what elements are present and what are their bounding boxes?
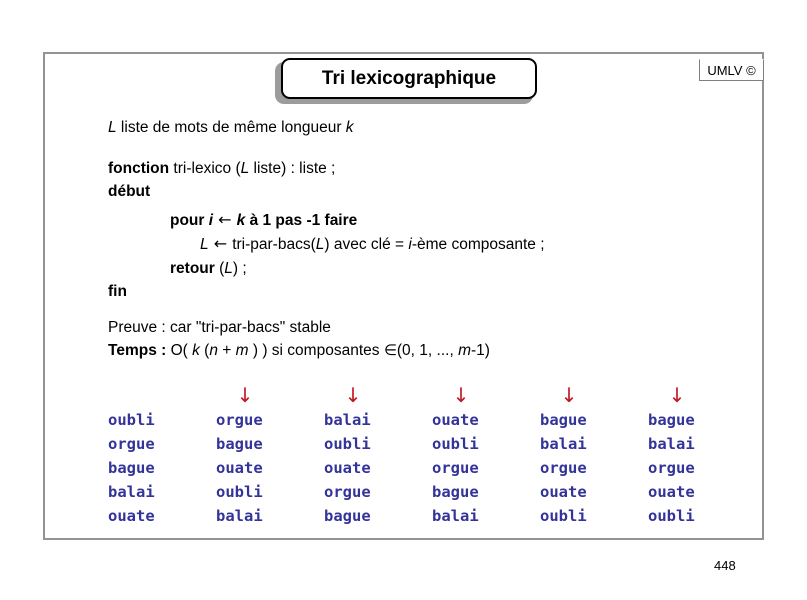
word-cell: balai [324, 411, 371, 429]
word-cell: orgue [432, 459, 479, 477]
down-arrow-icon: ↓ [452, 383, 470, 407]
algorithm-line-debut: début [108, 183, 151, 200]
pass-column-6: ↓ bague balai orgue ouate oubli [648, 384, 748, 528]
temps-var-k: k [192, 342, 200, 359]
temps-set-close: -1) [470, 342, 490, 359]
algorithm-line-fonction: fonction tri-lexico (L liste) : liste ; [108, 161, 335, 177]
word-cell: orgue [648, 459, 695, 477]
word-cell: ouate [540, 483, 587, 501]
word-cell: oubli [432, 435, 479, 453]
word-cell: ouate [324, 459, 371, 477]
page-title: Tri lexicographique [321, 67, 497, 89]
word-cell: oubli [324, 435, 371, 453]
algorithm-line-assignment: L ← tri-par-bacs(L) avec clé = i-ème com… [200, 236, 545, 253]
branding-box: UMLV © [699, 59, 764, 81]
word-cell: bague [216, 435, 263, 453]
word-cell: orgue [216, 411, 263, 429]
pass-column-3: ↓ balai oubli ouate orgue bague [324, 384, 424, 528]
definition-length-var: k [345, 119, 354, 136]
word-cell: balai [432, 507, 479, 525]
loop-bound-k: k [236, 212, 246, 229]
word-cell: bague [324, 507, 371, 525]
word-cell: oubli [540, 507, 587, 525]
word-cell: ouate [216, 459, 263, 477]
algorithm-line-pour: pour i ← k à 1 pas -1 faire [170, 212, 357, 229]
assign-tail: -ème composante ; [411, 236, 545, 253]
word-cell: ouate [432, 411, 479, 429]
pass-column-5: ↓ bague balai orgue ouate oubli [540, 384, 640, 528]
temps-set-var-m: m [458, 342, 471, 359]
loop-tail: à 1 pas -1 faire [245, 212, 358, 229]
algorithm-line-fin: fin [108, 283, 127, 300]
down-arrow-icon: ↓ [668, 383, 686, 407]
algorithm-line-retour: retour (L) ; [170, 261, 247, 277]
temps-bigo: O( [166, 342, 193, 359]
retour-open-paren: ( [214, 260, 225, 277]
element-of-icon: ∈ [383, 341, 397, 359]
word-cell: oubli [108, 411, 155, 429]
down-arrow-icon: ↓ [560, 383, 578, 407]
definition-var: L [108, 119, 117, 136]
word-cell: bague [432, 483, 479, 501]
keyword-fonction: fonction [108, 160, 170, 177]
word-cell: balai [540, 435, 587, 453]
pass-column-2: ↓ orgue bague ouate oubli balai [216, 384, 316, 528]
temps-open-paren: ( [199, 342, 210, 359]
left-arrow-icon: ← [213, 210, 237, 229]
word-cell: oubli [216, 483, 263, 501]
temps-close: ) ) si composantes [248, 342, 384, 359]
temps-set-open: (0, 1, ..., [396, 342, 459, 359]
down-arrow-icon: ↓ [236, 383, 254, 407]
word-cell: bague [108, 459, 155, 477]
word-cell: ouate [648, 483, 695, 501]
fonction-param-var: L [240, 160, 250, 177]
pass-column-1: ↓oubliorguebaguebalaiouate [108, 384, 208, 528]
temps-label: Temps : [108, 342, 167, 359]
fonction-signature-tail: liste) : liste ; [249, 160, 336, 177]
word-cell: orgue [540, 459, 587, 477]
assign-target-L: L [200, 236, 209, 253]
slide-title-box: Tri lexicographique [281, 58, 537, 99]
word-cell: oubli [648, 507, 695, 525]
word-cell: balai [108, 483, 155, 501]
definition-line: L liste de mots de même longueur k [108, 120, 354, 136]
definition-text: liste de mots de même longueur [116, 119, 346, 136]
keyword-pour: pour [170, 212, 209, 229]
left-arrow-icon: ← [208, 234, 233, 253]
pass-column-4: ↓ ouate oubli orgue bague balai [432, 384, 532, 528]
word-cell: orgue [108, 435, 155, 453]
assign-key-text: ) avec clé = [324, 236, 409, 253]
assign-call: tri-par-bacs( [232, 236, 316, 253]
word-cell: bague [540, 411, 587, 429]
temps-plus: + [217, 342, 236, 359]
note-preuve: Preuve : car "tri-par-bacs" stable [108, 319, 331, 336]
down-arrow-icon: ↓ [344, 383, 362, 407]
retour-value-L: L [224, 260, 233, 277]
word-cell: balai [648, 435, 695, 453]
page-number: 448 [714, 558, 736, 573]
fonction-name: tri-lexico ( [169, 160, 241, 177]
word-cell: bague [648, 411, 695, 429]
temps-var-m: m [235, 342, 249, 359]
word-cell: orgue [324, 483, 371, 501]
retour-tail: ) ; [232, 260, 247, 277]
sorting-passes-table: ↓ oubli orgue bague balai ouate ↓ orgue bague oua… [108, 384, 728, 534]
note-temps: Temps : O( k (n + m ) ) si composantes ∈… [108, 343, 490, 359]
word-cell: balai [216, 507, 263, 525]
keyword-retour: retour [170, 260, 215, 277]
branding-label: UMLV © [707, 62, 756, 78]
temps-var-n: n [209, 342, 218, 359]
word-cell: ouate [108, 507, 155, 525]
